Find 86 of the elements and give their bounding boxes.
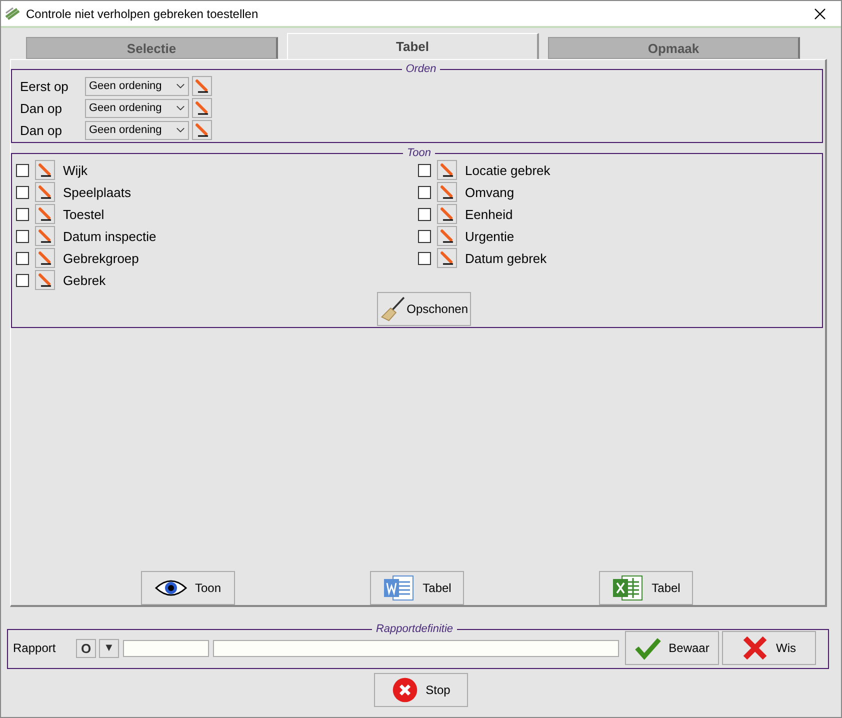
export-button[interactable]: Tabel — [599, 571, 693, 605]
checkbox[interactable] — [16, 208, 29, 220]
field-label: Urgentie — [465, 228, 514, 244]
edit-button[interactable] — [35, 226, 55, 246]
field-label: Speelplaats — [63, 184, 131, 200]
edit-button[interactable] — [35, 160, 55, 180]
field-label: Datum gebrek — [465, 250, 547, 266]
edit-button[interactable] — [437, 204, 457, 224]
edit-button[interactable] — [35, 248, 55, 268]
sort-dropdown[interactable]: Geen ordening — [85, 76, 189, 96]
pencil-icon — [38, 273, 52, 287]
field-label: Locatie gebrek — [465, 162, 550, 178]
export-button[interactable]: Tabel — [370, 571, 464, 605]
sort-label: Dan op — [20, 122, 63, 138]
edit-button[interactable] — [437, 160, 457, 180]
checkbox[interactable] — [16, 274, 29, 286]
broom-icon — [380, 295, 407, 323]
stop-icon — [392, 677, 418, 703]
pencil-icon — [440, 229, 454, 243]
edit-button[interactable] — [437, 182, 457, 202]
delete-button[interactable]: Wis — [722, 631, 816, 665]
clear-button[interactable]: Opschonen — [377, 292, 471, 326]
edit-button[interactable] — [192, 76, 212, 96]
field-label: Datum inspectie — [63, 228, 156, 244]
group-legend: Orden — [402, 63, 440, 75]
window-title: Controle niet verholpen gebreken toestellen — [26, 6, 260, 20]
report-name-field[interactable] — [213, 640, 619, 656]
pencil-icon — [38, 229, 52, 243]
pencil-icon — [38, 185, 52, 199]
edit-button[interactable] — [192, 98, 212, 118]
field-label: Toestel — [63, 206, 104, 222]
tab[interactable]: Opmaak — [548, 37, 800, 59]
tab[interactable]: Tabel — [287, 33, 539, 59]
cross-icon — [742, 635, 768, 661]
edit-button[interactable] — [192, 120, 212, 140]
sort-dropdown[interactable]: Geen ordening — [85, 98, 189, 118]
view-button[interactable]: Toon — [141, 571, 235, 605]
edit-button[interactable] — [437, 248, 457, 268]
checkbox[interactable] — [16, 186, 29, 198]
chevron-down-icon — [176, 127, 185, 133]
checkbox[interactable] — [16, 230, 29, 242]
report-code-field[interactable] — [123, 640, 209, 656]
app-icon — [5, 6, 21, 20]
word-document-icon — [382, 573, 415, 603]
chevron-down-icon — [176, 105, 185, 111]
edit-button[interactable] — [35, 182, 55, 202]
sort-label: Dan op — [20, 100, 63, 116]
stop-button[interactable]: Stop — [374, 673, 468, 707]
field-label: Omvang — [465, 184, 514, 200]
edit-button[interactable] — [35, 204, 55, 224]
pencil-icon — [440, 251, 454, 265]
sort-dropdown[interactable]: Geen ordening — [85, 120, 189, 140]
field-label: Wijk — [63, 162, 88, 178]
group-legend: Rapportdefinitie — [372, 623, 458, 635]
field-label: Gebrekgroep — [63, 250, 139, 266]
eye-icon — [154, 577, 187, 599]
checkbox[interactable] — [418, 208, 431, 220]
pencil-icon — [38, 207, 52, 221]
save-button[interactable]: Bewaar — [625, 631, 719, 665]
pencil-icon — [38, 163, 52, 177]
checkbox[interactable] — [16, 252, 29, 264]
checkbox[interactable] — [16, 164, 29, 176]
edit-button[interactable] — [35, 270, 55, 290]
edit-button[interactable] — [437, 226, 457, 246]
pencil-icon — [440, 207, 454, 221]
group-legend: Toon — [402, 147, 436, 159]
checkbox[interactable] — [418, 252, 431, 264]
o-button[interactable]: O — [76, 638, 96, 658]
pencil-icon — [440, 163, 454, 177]
pencil-icon — [38, 251, 52, 265]
checkbox[interactable] — [418, 164, 431, 176]
chevron-down-icon — [176, 83, 185, 89]
dropdown-button[interactable]: ▼ — [99, 638, 119, 658]
sort-label: Eerst op — [20, 78, 70, 94]
report-label: Rapport — [13, 641, 57, 655]
field-label: Eenheid — [465, 206, 513, 222]
pencil-icon — [195, 101, 209, 115]
pencil-icon — [440, 185, 454, 199]
pencil-icon — [195, 123, 209, 137]
checkbox[interactable] — [418, 186, 431, 198]
field-label: Gebrek — [63, 272, 106, 288]
close-icon — [814, 8, 826, 20]
checkbox[interactable] — [418, 230, 431, 242]
tab[interactable]: Selectie — [26, 37, 278, 59]
pencil-icon — [195, 79, 209, 93]
excel-spreadsheet-icon — [612, 573, 644, 603]
